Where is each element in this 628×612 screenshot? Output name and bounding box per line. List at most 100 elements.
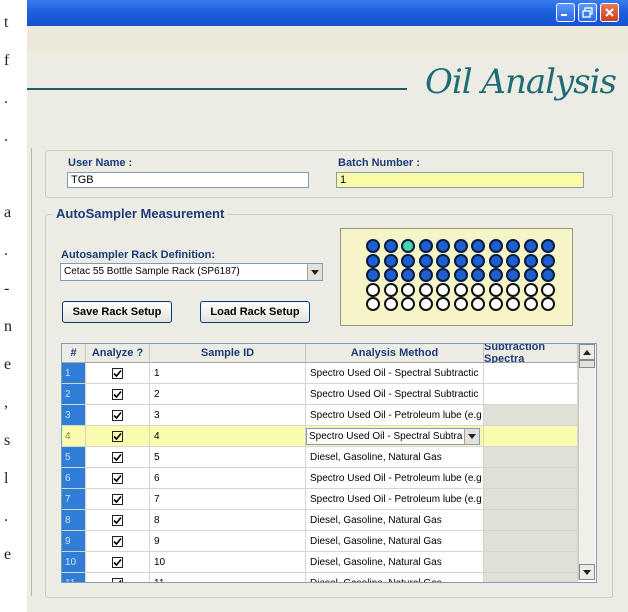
analyze-checkbox[interactable] [112, 431, 123, 442]
rack-well[interactable] [418, 282, 433, 297]
rack-well[interactable] [436, 253, 450, 268]
table-row[interactable]: 6 6 Spectro Used Oil - Petroleum lube (e.g [62, 468, 578, 489]
row-number-cell[interactable]: 2 [62, 384, 86, 405]
rack-well[interactable] [383, 282, 398, 297]
subtraction-spectra-cell[interactable] [484, 426, 578, 447]
rack-well[interactable] [383, 253, 398, 268]
minimize-button[interactable] [556, 3, 575, 22]
subtraction-spectra-cell[interactable] [484, 405, 578, 426]
rack-well[interactable] [436, 239, 450, 253]
rack-well[interactable] [453, 297, 468, 311]
analysis-method-cell[interactable]: Spectro Used Oil - Petroleum lube (e.g [306, 468, 484, 489]
close-button[interactable] [600, 3, 619, 22]
rack-well[interactable] [541, 297, 555, 311]
sample-id-cell[interactable]: 7 [150, 489, 306, 510]
scroll-up-button[interactable] [579, 344, 595, 360]
sample-id-cell[interactable]: 4 [150, 426, 306, 447]
col-header-number[interactable]: # [62, 344, 86, 363]
analysis-method-cell[interactable]: Diesel, Gasoline, Natural Gas [306, 531, 484, 552]
rack-well[interactable] [488, 268, 503, 282]
rack-well[interactable] [383, 239, 398, 253]
rack-well[interactable] [541, 282, 555, 297]
analyze-checkbox[interactable] [112, 410, 123, 421]
table-row[interactable]: 1111Diesel, Gasoline, Natural Gas [62, 573, 578, 582]
analyze-checkbox[interactable] [112, 368, 123, 379]
rack-well[interactable] [506, 239, 520, 253]
row-number-cell[interactable]: 11 [62, 573, 86, 582]
user-name-input[interactable] [67, 172, 309, 188]
row-number-cell[interactable]: 3 [62, 405, 86, 426]
rack-well[interactable] [471, 282, 485, 297]
batch-number-input[interactable] [336, 172, 584, 188]
rack-well[interactable] [366, 239, 380, 253]
rack-well[interactable] [366, 297, 380, 311]
table-row[interactable]: 3 3 Spectro Used Oil - Petroleum lube (e.g [62, 405, 578, 426]
rack-well[interactable] [436, 297, 450, 311]
load-rack-setup-button[interactable]: Load Rack Setup [200, 301, 310, 323]
rack-definition-select[interactable]: Cetac 55 Bottle Sample Rack (SP6187) [60, 263, 323, 281]
row-number-cell[interactable]: 9 [62, 531, 86, 552]
row-number-cell[interactable]: 8 [62, 510, 86, 531]
row-number-cell[interactable]: 7 [62, 489, 86, 510]
analysis-method-cell[interactable]: Spectro Used Oil - Petroleum lube (e.g [306, 405, 484, 426]
rack-well[interactable] [506, 282, 520, 297]
rack-well[interactable] [488, 297, 503, 311]
rack-well[interactable] [541, 239, 555, 253]
table-row[interactable]: 5 5 Diesel, Gasoline, Natural Gas [62, 447, 578, 468]
table-row[interactable]: 9 9 Diesel, Gasoline, Natural Gas [62, 531, 578, 552]
rack-well[interactable] [541, 253, 555, 268]
sample-id-cell[interactable]: 11 [150, 573, 306, 582]
subtraction-spectra-cell[interactable] [484, 447, 578, 468]
rack-well[interactable] [541, 268, 555, 282]
rack-well[interactable] [401, 268, 415, 282]
sample-id-cell[interactable]: 10 [150, 552, 306, 573]
row-number-cell[interactable]: 4 [62, 426, 86, 447]
rack-well[interactable] [523, 297, 538, 311]
rack-well[interactable] [506, 253, 520, 268]
table-row[interactable]: 4 4 Spectro Used Oil - Spectral Subtra [62, 426, 578, 447]
sample-id-cell[interactable]: 6 [150, 468, 306, 489]
col-header-analysis-method[interactable]: Analysis Method [306, 344, 484, 363]
rack-well[interactable] [418, 297, 433, 311]
sample-id-cell[interactable]: 9 [150, 531, 306, 552]
analyze-checkbox[interactable] [112, 536, 123, 547]
scroll-down-button[interactable] [579, 564, 595, 580]
sample-id-cell[interactable]: 2 [150, 384, 306, 405]
rack-well[interactable] [523, 239, 538, 253]
rack-well[interactable] [418, 268, 433, 282]
analyze-checkbox[interactable] [112, 389, 123, 400]
row-number-cell[interactable]: 1 [62, 363, 86, 384]
table-row[interactable]: 1 1 Spectro Used Oil - Spectral Subtractic [62, 363, 578, 384]
rack-well[interactable] [506, 297, 520, 311]
analyze-checkbox[interactable] [112, 557, 123, 568]
dropdown-arrow-icon[interactable] [464, 429, 479, 444]
analysis-method-cell[interactable]: Diesel, Gasoline, Natural Gas [306, 573, 484, 582]
rack-well[interactable] [453, 253, 468, 268]
rack-well[interactable] [401, 239, 415, 253]
analyze-checkbox[interactable] [112, 494, 123, 505]
subtraction-spectra-cell[interactable] [484, 531, 578, 552]
subtraction-spectra-cell[interactable] [484, 510, 578, 531]
rack-well[interactable] [453, 239, 468, 253]
analysis-method-cell[interactable]: Spectro Used Oil - Spectral Subtractic [306, 363, 484, 384]
rack-well[interactable] [453, 268, 468, 282]
rack-well[interactable] [523, 282, 538, 297]
rack-well[interactable] [523, 253, 538, 268]
rack-well[interactable] [488, 239, 503, 253]
rack-well[interactable] [401, 253, 415, 268]
scroll-thumb[interactable] [579, 360, 595, 368]
sample-id-cell[interactable]: 3 [150, 405, 306, 426]
col-header-sample-id[interactable]: Sample ID [150, 344, 306, 363]
sample-id-cell[interactable]: 1 [150, 363, 306, 384]
analysis-method-cell[interactable]: Diesel, Gasoline, Natural Gas [306, 510, 484, 531]
sample-id-cell[interactable]: 8 [150, 510, 306, 531]
rack-well[interactable] [366, 268, 380, 282]
rack-well[interactable] [488, 253, 503, 268]
table-row[interactable]: 10 10 Diesel, Gasoline, Natural Gas [62, 552, 578, 573]
analyze-checkbox[interactable] [112, 578, 123, 582]
table-row[interactable]: 8 8 Diesel, Gasoline, Natural Gas [62, 510, 578, 531]
analyze-checkbox[interactable] [112, 473, 123, 484]
col-header-subtraction-spectra[interactable]: Subtraction Spectra [484, 344, 578, 365]
analysis-method-cell[interactable]: Spectro Used Oil - Spectral Subtractic [306, 384, 484, 405]
rack-well[interactable] [523, 268, 538, 282]
